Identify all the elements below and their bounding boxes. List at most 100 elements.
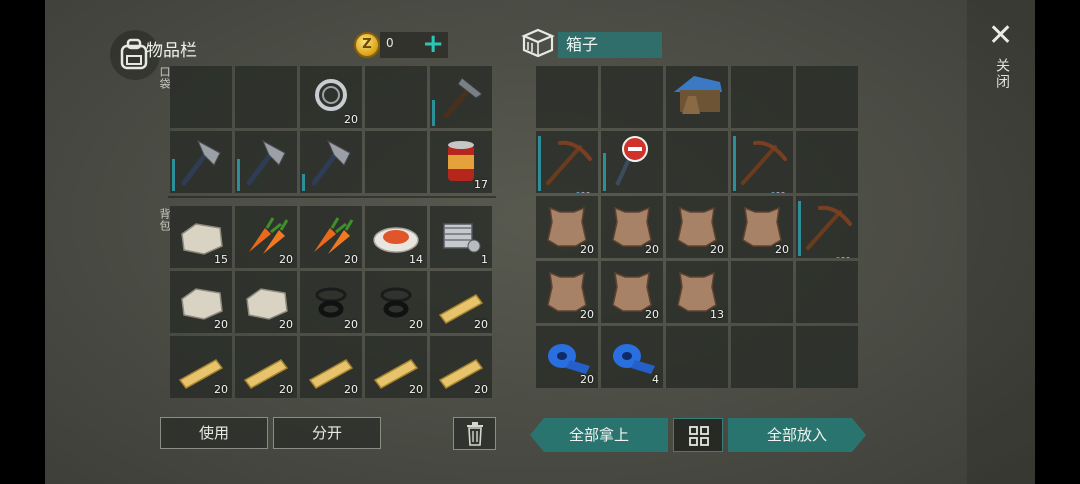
inventory-title: 物品栏	[146, 41, 197, 61]
container-slot[interactable]: 20	[666, 196, 728, 258]
inventory-header: 物品栏 Z 0 +	[110, 22, 455, 80]
container-title: 箱子	[558, 32, 662, 58]
coin-amount: 0	[386, 36, 394, 50]
durability-bar	[237, 159, 240, 191]
container-slot[interactable]: 20	[536, 326, 598, 388]
container-slot[interactable]: 13	[666, 261, 728, 323]
backpack-slot[interactable]: 20	[365, 336, 427, 398]
backpack-grid: 15 20 20 14 1 20 20 20 20 20 20 20 20 20 20	[170, 206, 492, 398]
upgrade-dots	[575, 181, 593, 193]
dog-kennel-icon	[674, 76, 722, 114]
hatchet-icon	[246, 139, 286, 186]
backpack-slot[interactable]: 20	[300, 336, 362, 398]
container-slot[interactable]: 20	[601, 261, 663, 323]
upgrade-dots	[770, 181, 788, 193]
item-count: 20	[409, 318, 423, 331]
backpack-slot[interactable]: 1	[430, 206, 492, 268]
container-slot[interactable]	[601, 66, 663, 128]
container-slot[interactable]: 20	[601, 196, 663, 258]
put-all-button[interactable]: 全部放入	[728, 418, 866, 452]
item-count: 20	[474, 318, 488, 331]
container-slot[interactable]	[796, 261, 858, 323]
pocket-slot[interactable]: 20	[300, 66, 362, 128]
pocket-slot[interactable]: 17	[430, 131, 492, 193]
pocket-slot[interactable]	[300, 131, 362, 193]
durability-bar	[603, 153, 606, 191]
backpack-slot[interactable]: 20	[235, 336, 297, 398]
backpack-slot[interactable]: 20	[365, 271, 427, 333]
backpack-slot[interactable]: 20	[430, 271, 492, 333]
container-slot[interactable]	[796, 196, 858, 258]
item-count: 14	[409, 253, 423, 266]
durability-bar	[733, 136, 736, 191]
item-count: 17	[474, 178, 488, 191]
item-count: 20	[645, 308, 659, 321]
hatchet-icon	[181, 139, 221, 186]
backpack-slot[interactable]: 20	[170, 271, 232, 333]
item-count: 20	[344, 253, 358, 266]
durability-bar	[432, 100, 435, 126]
container-slot[interactable]	[796, 66, 858, 128]
trash-button[interactable]	[453, 417, 496, 450]
item-count: 20	[279, 318, 293, 331]
section-divider	[168, 196, 496, 198]
container-slot[interactable]	[731, 66, 793, 128]
pocket-slot[interactable]	[170, 66, 232, 128]
container-slot[interactable]	[601, 131, 663, 193]
container-slot[interactable]: 4	[601, 326, 663, 388]
container-slot[interactable]	[796, 131, 858, 193]
backpack-slot[interactable]: 15	[170, 206, 232, 268]
container-slot[interactable]: 20	[536, 196, 598, 258]
backpack-slot[interactable]: 20	[235, 206, 297, 268]
item-count: 20	[474, 383, 488, 396]
container-slot[interactable]	[536, 131, 598, 193]
item-count: 1	[481, 253, 488, 266]
grid-sort-icon	[689, 426, 709, 446]
sort-button[interactable]	[673, 418, 723, 452]
item-count: 20	[580, 308, 594, 321]
container-slot[interactable]	[536, 66, 598, 128]
durability-bar	[538, 136, 541, 191]
item-count: 20	[344, 113, 358, 126]
backpack-slot[interactable]: 20	[235, 271, 297, 333]
container-slot[interactable]: 20	[731, 196, 793, 258]
coin-icon: Z	[354, 32, 380, 58]
container-slot[interactable]: 20	[536, 261, 598, 323]
pocket-slot[interactable]	[235, 66, 297, 128]
hammer-icon	[443, 77, 483, 119]
container-slot[interactable]	[731, 326, 793, 388]
backpack-slot[interactable]: 20	[430, 336, 492, 398]
take-all-button[interactable]: 全部拿上	[530, 418, 668, 452]
split-button[interactable]: 分开	[273, 417, 381, 449]
item-count: 20	[344, 318, 358, 331]
item-count: 20	[214, 318, 228, 331]
container-slot[interactable]	[666, 326, 728, 388]
container-slot[interactable]	[666, 131, 728, 193]
trash-icon	[466, 422, 483, 446]
pocket-slot[interactable]	[170, 131, 232, 193]
pocket-slot[interactable]	[235, 131, 297, 193]
backpack-slot[interactable]: 20	[300, 206, 362, 268]
item-count: 20	[344, 383, 358, 396]
item-count: 20	[409, 383, 423, 396]
use-button[interactable]: 使用	[160, 417, 268, 449]
pocket-slot[interactable]	[430, 66, 492, 128]
close-button[interactable]: ✕ 关闭	[984, 21, 1016, 102]
container-slot[interactable]	[666, 66, 728, 128]
backpack-slot[interactable]: 20	[170, 336, 232, 398]
close-icon[interactable]: ✕	[988, 21, 1013, 51]
container-slot[interactable]	[796, 326, 858, 388]
backpack-slot[interactable]: 14	[365, 206, 427, 268]
durability-bar	[798, 201, 801, 256]
backpack-slot[interactable]: 20	[300, 271, 362, 333]
container-slot[interactable]	[731, 261, 793, 323]
container-slot[interactable]	[731, 131, 793, 193]
durability-bar	[302, 174, 305, 191]
container-grid: 20 20 20 20 20 20 13 20 4	[536, 66, 858, 399]
pocket-slot[interactable]	[365, 131, 427, 193]
item-count: 20	[580, 373, 594, 386]
add-coins-button[interactable]: +	[422, 30, 444, 58]
crate-icon	[520, 26, 556, 64]
item-count: 20	[279, 253, 293, 266]
pocket-slot[interactable]	[365, 66, 427, 128]
